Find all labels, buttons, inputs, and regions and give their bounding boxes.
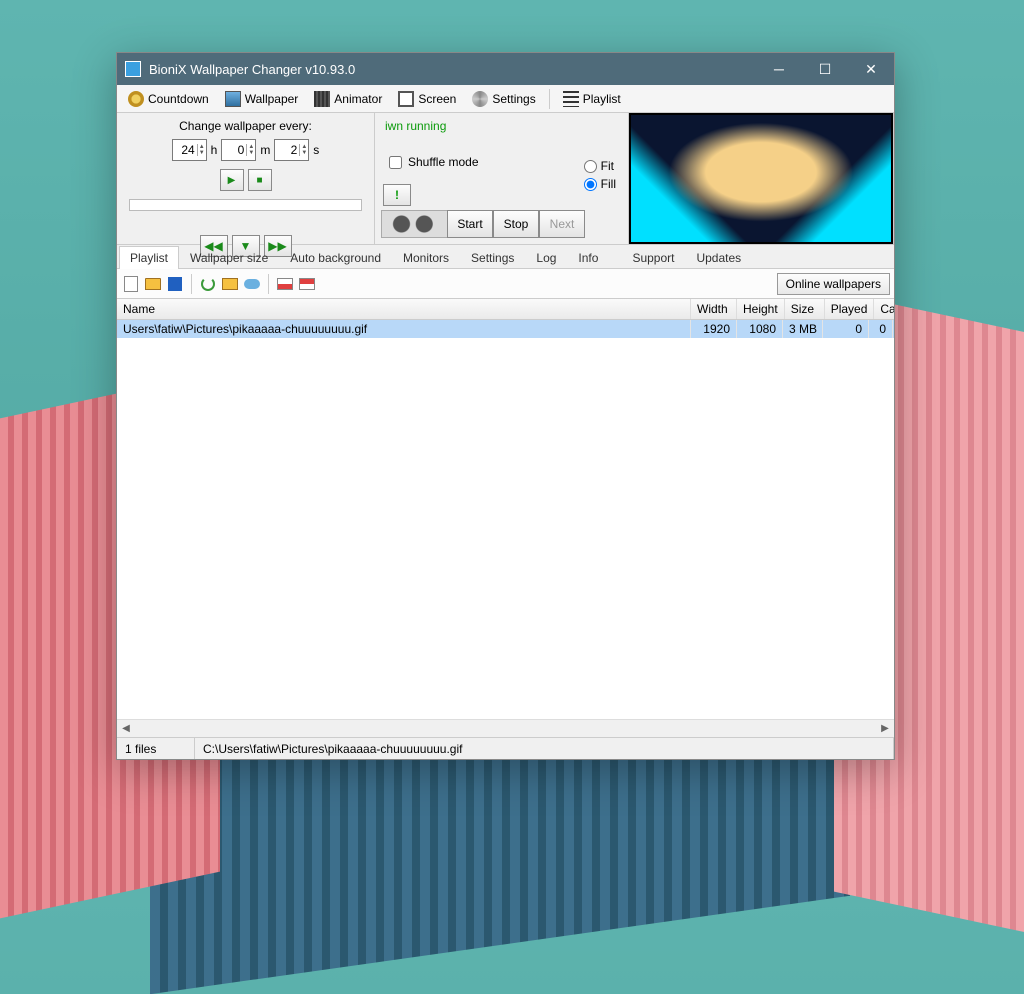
clear-list-button[interactable] bbox=[297, 274, 317, 294]
next-action-button[interactable]: Next bbox=[539, 210, 585, 238]
settings-icon bbox=[472, 91, 488, 107]
timer-panel: Change wallpaper every: ▲▼ h ▲▼ m ▲▼ s ▶… bbox=[117, 113, 375, 244]
playlist-button[interactable]: Playlist bbox=[556, 87, 628, 111]
tab-auto-background[interactable]: Auto background bbox=[279, 246, 392, 269]
col-width[interactable]: Width bbox=[691, 299, 737, 319]
grid-header: Name Width Height Size Played Ca bbox=[117, 299, 894, 320]
countdown-status: iwn running bbox=[381, 119, 622, 133]
refresh-icon bbox=[201, 277, 215, 291]
minimize-button[interactable]: ─ bbox=[756, 53, 802, 85]
tab-support[interactable]: Support bbox=[621, 246, 685, 269]
app-icon bbox=[125, 61, 141, 77]
col-cat[interactable]: Ca bbox=[874, 299, 894, 319]
file-icon bbox=[124, 276, 138, 292]
control-panel: Change wallpaper every: ▲▼ h ▲▼ m ▲▼ s ▶… bbox=[117, 113, 894, 245]
save-icon bbox=[168, 277, 182, 291]
tab-updates[interactable]: Updates bbox=[685, 246, 752, 269]
shuffle-label: Shuffle mode bbox=[408, 155, 479, 169]
timer-label: Change wallpaper every: bbox=[123, 119, 368, 133]
folder-icon bbox=[222, 278, 238, 290]
close-button[interactable]: ✕ bbox=[848, 53, 894, 85]
spinner-arrows[interactable]: ▲▼ bbox=[246, 144, 255, 156]
scroll-left-button[interactable]: ◀ bbox=[117, 721, 135, 737]
current-file-path: C:\Users\fatiw\Pictures\pikaaaaa-chuuuuu… bbox=[195, 738, 894, 759]
minutes-spinner[interactable]: ▲▼ bbox=[221, 139, 256, 161]
titlebar[interactable]: BioniX Wallpaper Changer v10.93.0 ─ ☐ ✕ bbox=[117, 53, 894, 85]
hours-input[interactable] bbox=[173, 143, 197, 157]
remove-row-button[interactable] bbox=[275, 274, 295, 294]
seconds-input[interactable] bbox=[275, 143, 299, 157]
stop-button[interactable]: ■ bbox=[248, 169, 272, 191]
countdown-button[interactable]: Countdown bbox=[121, 87, 216, 111]
tab-monitors[interactable]: Monitors bbox=[392, 246, 460, 269]
col-played[interactable]: Played bbox=[825, 299, 875, 319]
tab-settings[interactable]: Settings bbox=[460, 246, 525, 269]
delete-all-icon bbox=[299, 278, 315, 290]
countdown-icon bbox=[128, 91, 144, 107]
seconds-spinner[interactable]: ▲▼ bbox=[274, 139, 309, 161]
timer-progress bbox=[129, 199, 362, 211]
stop-action-button[interactable]: Stop bbox=[493, 210, 539, 238]
hours-spinner[interactable]: ▲▼ bbox=[172, 139, 207, 161]
folder-open-icon bbox=[145, 278, 161, 290]
add-folder-button[interactable] bbox=[220, 274, 240, 294]
delete-row-icon bbox=[277, 278, 293, 290]
wallpaper-button[interactable]: Wallpaper bbox=[218, 87, 306, 111]
col-name[interactable]: Name bbox=[117, 299, 691, 319]
new-playlist-button[interactable] bbox=[121, 274, 141, 294]
start-button[interactable]: Start bbox=[447, 210, 493, 238]
online-wallpapers-button[interactable]: Online wallpapers bbox=[777, 273, 890, 295]
file-count: 1 files bbox=[117, 738, 195, 759]
playlist-toolbar: Online wallpapers bbox=[117, 269, 894, 299]
playlist-icon bbox=[563, 91, 579, 107]
col-size[interactable]: Size bbox=[785, 299, 825, 319]
animator-icon bbox=[314, 91, 330, 107]
preview-panel bbox=[629, 113, 894, 244]
tab-playlist[interactable]: Playlist bbox=[119, 246, 179, 269]
alert-button[interactable]: ! bbox=[383, 184, 411, 206]
open-playlist-button[interactable] bbox=[143, 274, 163, 294]
wallpaper-icon bbox=[225, 91, 241, 107]
scroll-right-button[interactable]: ▶ bbox=[876, 721, 894, 737]
minutes-input[interactable] bbox=[222, 143, 246, 157]
screen-icon bbox=[398, 91, 414, 107]
animator-button[interactable]: Animator bbox=[307, 87, 389, 111]
tab-wallpaper-size[interactable]: Wallpaper size bbox=[179, 246, 279, 269]
settings-button[interactable]: Settings bbox=[465, 87, 542, 111]
tab-log[interactable]: Log bbox=[525, 246, 567, 269]
status-bar: 1 files C:\Users\fatiw\Pictures\pikaaaaa… bbox=[117, 737, 894, 759]
main-toolbar: Countdown Wallpaper Animator Screen Sett… bbox=[117, 85, 894, 113]
fit-radio[interactable] bbox=[584, 160, 597, 173]
grid-row[interactable]: Users\fatiw\Pictures\pikaaaaa-chuuuuuuuu… bbox=[117, 320, 894, 338]
save-playlist-button[interactable] bbox=[165, 274, 185, 294]
gears-icon bbox=[381, 210, 447, 238]
cloud-icon bbox=[244, 279, 260, 289]
spinner-arrows[interactable]: ▲▼ bbox=[197, 144, 206, 156]
cloud-button[interactable] bbox=[242, 274, 262, 294]
fill-radio[interactable] bbox=[584, 178, 597, 191]
window-title: BioniX Wallpaper Changer v10.93.0 bbox=[149, 62, 756, 77]
shuffle-checkbox[interactable] bbox=[389, 156, 402, 169]
maximize-button[interactable]: ☐ bbox=[802, 53, 848, 85]
tab-bar: Playlist Wallpaper size Auto background … bbox=[117, 245, 894, 269]
play-button[interactable]: ▶ bbox=[220, 169, 244, 191]
tab-info[interactable]: Info bbox=[567, 246, 609, 269]
spinner-arrows[interactable]: ▲▼ bbox=[299, 144, 308, 156]
refresh-button[interactable] bbox=[198, 274, 218, 294]
wallpaper-preview[interactable] bbox=[631, 115, 891, 242]
playlist-grid[interactable]: Name Width Height Size Played Ca Users\f… bbox=[117, 299, 894, 719]
playback-panel: iwn running Shuffle mode Fit Fill ! Star… bbox=[375, 113, 629, 244]
screen-button[interactable]: Screen bbox=[391, 87, 463, 111]
app-window: BioniX Wallpaper Changer v10.93.0 ─ ☐ ✕ … bbox=[116, 52, 895, 760]
horizontal-scrollbar[interactable]: ◀ ▶ bbox=[117, 719, 894, 737]
toolbar-separator bbox=[549, 89, 550, 109]
col-height[interactable]: Height bbox=[737, 299, 785, 319]
